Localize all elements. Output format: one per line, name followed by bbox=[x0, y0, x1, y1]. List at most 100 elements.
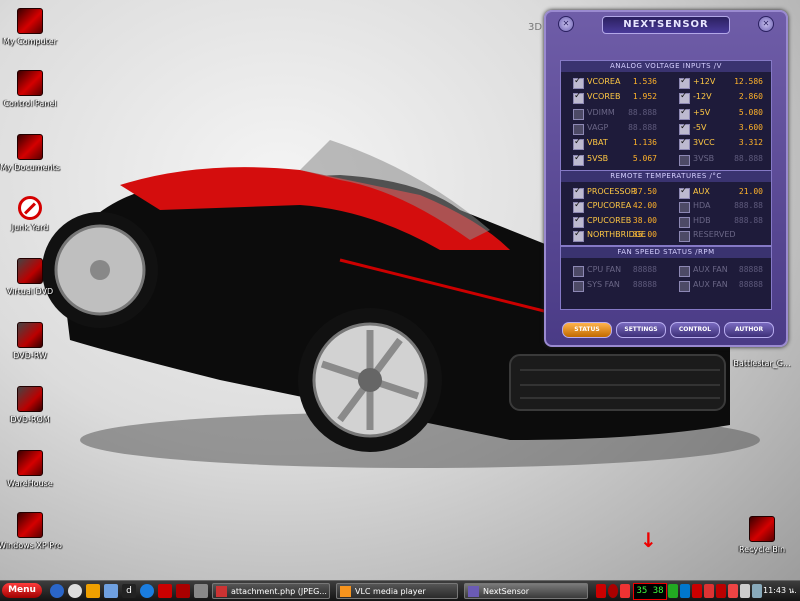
sensor-value: 3.600 bbox=[738, 122, 763, 132]
desktop-icon-my-documents[interactable]: My Documents bbox=[0, 134, 70, 173]
sensor-value: 5.080 bbox=[738, 107, 763, 117]
clock[interactable]: 11:43 น. bbox=[763, 584, 797, 598]
sensor-name: VAGP bbox=[587, 122, 609, 132]
sensor-checkbox[interactable] bbox=[679, 186, 690, 199]
desktop-icon-dvd-rom[interactable]: DVD-ROM bbox=[0, 386, 70, 425]
tray-app2-icon[interactable] bbox=[680, 584, 690, 598]
desktop-icon-virtual-dvd[interactable]: Virtual DVD bbox=[0, 258, 70, 297]
tray-app3-icon[interactable] bbox=[692, 584, 702, 598]
tray-app5-icon[interactable] bbox=[716, 584, 726, 598]
nextsensor-window[interactable]: 3D ✕ NEXTSENSOR ✕ ANALOG VOLTAGE INPUTS … bbox=[528, 10, 788, 347]
sensor-checkbox[interactable] bbox=[679, 122, 690, 135]
sensor-name: HDA bbox=[693, 201, 711, 211]
sensor-checkbox[interactable] bbox=[573, 186, 584, 199]
sensor-checkbox[interactable] bbox=[679, 281, 690, 292]
sensor-value: 1.136 bbox=[632, 138, 657, 148]
computer-icon bbox=[17, 8, 43, 34]
desktop-icon-dvd-rw[interactable]: DVD-RW bbox=[0, 322, 70, 361]
sensor-checkbox[interactable] bbox=[573, 76, 584, 89]
desktop-icon-junk-yard[interactable]: Junk Yard bbox=[0, 196, 70, 233]
desktop-icon-control-panel[interactable]: Control Panel bbox=[0, 70, 70, 109]
tray-app6-icon[interactable] bbox=[728, 584, 738, 598]
desktop-icon-label: DVD-RW bbox=[13, 351, 47, 360]
quicklaunch-ie-icon[interactable] bbox=[140, 584, 154, 598]
sensor-checkbox[interactable] bbox=[573, 91, 584, 105]
start-menu-button[interactable]: Menu bbox=[2, 583, 42, 598]
desktop-icon-recycle-bin[interactable]: Recycle Bin bbox=[722, 516, 800, 555]
sensor-checkbox[interactable] bbox=[679, 91, 690, 105]
tray-cpu-readout[interactable]: 35 38 bbox=[633, 583, 667, 600]
sensor-checkbox[interactable] bbox=[573, 229, 584, 242]
tray-network-icon[interactable] bbox=[752, 584, 762, 598]
tray-back-icon[interactable] bbox=[608, 584, 618, 598]
quicklaunch-app2-icon[interactable] bbox=[176, 584, 190, 598]
sensor-row: 3VSB 88.888 bbox=[679, 154, 779, 167]
desktop-icon-label: WareHouse bbox=[7, 479, 53, 488]
tray-volume-icon[interactable] bbox=[740, 584, 750, 598]
quicklaunch-app3-icon[interactable] bbox=[194, 584, 208, 598]
window-title: NEXTSENSOR bbox=[602, 16, 730, 34]
quicklaunch-player-icon[interactable] bbox=[68, 584, 82, 598]
quicklaunch-desktop-icon[interactable] bbox=[104, 584, 118, 598]
sensor-checkbox[interactable] bbox=[573, 200, 584, 214]
sensor-checkbox[interactable] bbox=[573, 215, 584, 228]
disc-drive-icon bbox=[17, 258, 43, 284]
taskbar-button-vlc[interactable]: VLC media player bbox=[336, 583, 458, 599]
control-panel-icon bbox=[17, 70, 43, 96]
sensor-value: 1.536 bbox=[632, 77, 657, 86]
minimize-button[interactable]: ✕ bbox=[558, 16, 574, 32]
sensor-value: 5.067 bbox=[632, 153, 657, 163]
sensor-checkbox[interactable] bbox=[679, 230, 690, 242]
quicklaunch-app-icon[interactable] bbox=[158, 584, 172, 598]
sensor-checkbox[interactable] bbox=[573, 108, 584, 120]
sensor-row: CPUCOREA42.00 bbox=[573, 200, 673, 214]
sensor-value: 888.88 bbox=[734, 215, 763, 225]
tab-status[interactable]: STATUS bbox=[562, 322, 612, 338]
close-button[interactable]: ✕ bbox=[758, 16, 774, 32]
taskbar-button-nextsensor[interactable]: NextSensor bbox=[464, 583, 588, 599]
sensor-row: AUX 21.00 bbox=[679, 186, 779, 200]
tab-author[interactable]: AUTHOR bbox=[724, 322, 774, 338]
wallpaper-text: 3D bbox=[528, 22, 543, 33]
sensor-row: -5V 3.600 bbox=[679, 122, 779, 136]
sensor-row: +5V 5.080 bbox=[679, 107, 779, 121]
sensor-checkbox[interactable] bbox=[573, 137, 584, 151]
tab-settings[interactable]: SETTINGS bbox=[616, 322, 666, 338]
sensor-checkbox[interactable] bbox=[679, 107, 690, 120]
windows-icon bbox=[17, 512, 43, 538]
no-entry-icon bbox=[18, 196, 42, 220]
sensor-checkbox[interactable] bbox=[679, 137, 690, 151]
folder-icon bbox=[17, 134, 43, 160]
sensor-checkbox[interactable] bbox=[573, 266, 584, 277]
taskbar-button-attachment[interactable]: attachment.php (JPEG... bbox=[212, 583, 330, 599]
sensor-name: 3VCC bbox=[693, 138, 715, 148]
sensor-checkbox[interactable] bbox=[679, 266, 690, 277]
sensor-checkbox[interactable] bbox=[679, 202, 690, 214]
desktop-icon-my-computer[interactable]: My Computer bbox=[0, 8, 70, 47]
quicklaunch-winamp-icon[interactable] bbox=[86, 584, 100, 598]
sensor-row: HDB 888.88 bbox=[679, 216, 779, 229]
tray-app4-icon[interactable] bbox=[704, 584, 714, 598]
sensor-name: SYS FAN bbox=[587, 280, 620, 289]
sensor-name: -12V bbox=[693, 92, 712, 102]
sensor-checkbox[interactable] bbox=[573, 153, 584, 166]
sensor-value: 88.888 bbox=[628, 122, 657, 132]
quicklaunch-media-icon[interactable] bbox=[50, 584, 64, 598]
sensor-value: 3.312 bbox=[738, 138, 763, 148]
sensor-row: 5VSB 5.067 bbox=[573, 153, 673, 167]
tab-control[interactable]: CONTROL bbox=[670, 322, 720, 338]
section-header: ANALOG VOLTAGE INPUTS /V bbox=[561, 61, 771, 72]
tray-app-icon[interactable] bbox=[620, 584, 630, 598]
sensor-name: AUX FAN bbox=[693, 280, 728, 289]
sensor-checkbox[interactable] bbox=[573, 123, 584, 135]
tray-language-icon[interactable] bbox=[596, 584, 606, 598]
sensor-checkbox[interactable] bbox=[679, 216, 690, 228]
sensor-name: HDB bbox=[693, 215, 711, 225]
quicklaunch-d-icon[interactable]: d bbox=[122, 584, 136, 598]
sensor-checkbox[interactable] bbox=[679, 76, 690, 89]
sensor-checkbox[interactable] bbox=[573, 281, 584, 292]
tray-shield-icon[interactable] bbox=[668, 584, 678, 598]
desktop-icon-warehouse[interactable]: WareHouse bbox=[0, 450, 70, 489]
desktop-icon-windows-xp-pro[interactable]: Windows XP Pro bbox=[0, 512, 70, 551]
sensor-checkbox[interactable] bbox=[679, 154, 690, 166]
